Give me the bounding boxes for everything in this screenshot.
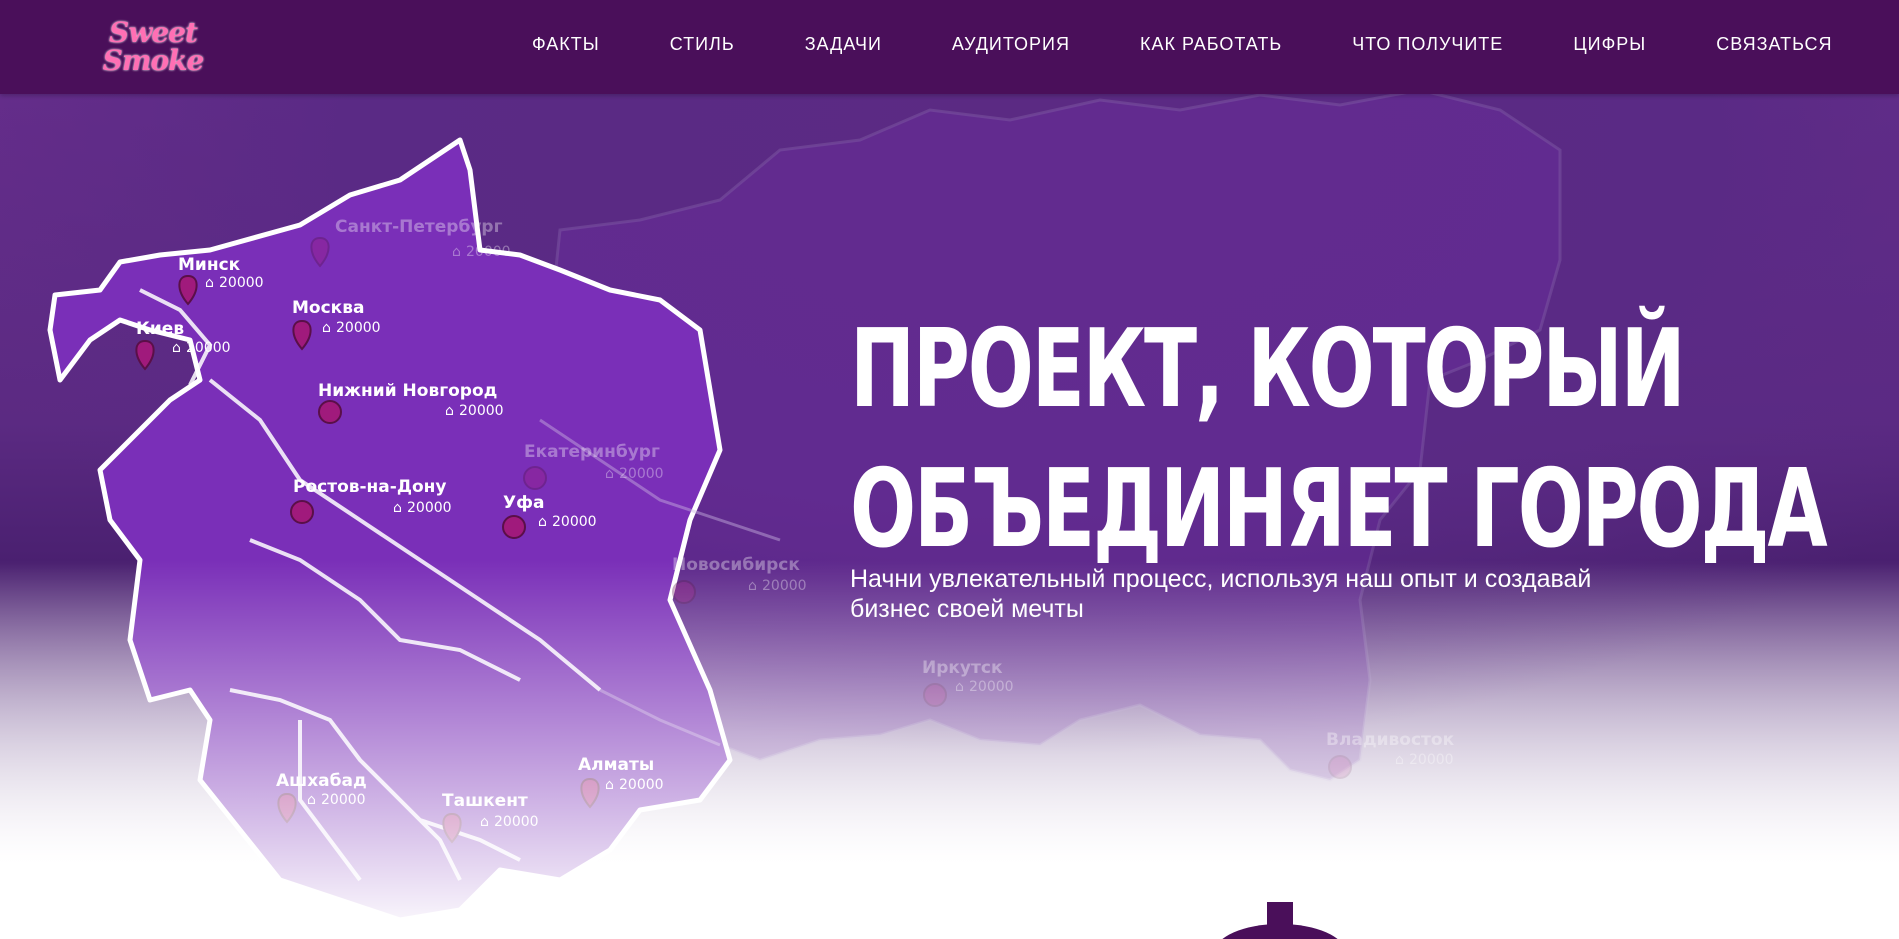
map-dot-icon [318, 400, 342, 424]
person-icon: ⌂ [445, 403, 454, 419]
map-dot-icon [1328, 755, 1352, 779]
logo-line1: Sweet [109, 16, 198, 49]
city-name-label: Иркутск [922, 658, 1003, 678]
map-dot-icon [502, 515, 526, 539]
city-count-label: 20000 [459, 403, 504, 419]
person-icon: ⌂ [172, 340, 181, 356]
city-count-label: 20000 [336, 320, 381, 336]
nav-item-style[interactable]: СТИЛЬ [670, 34, 735, 55]
person-icon: ⌂ [452, 244, 461, 260]
city-name-label: Ашхабад [276, 771, 367, 791]
city-name-label: Минск [178, 255, 241, 275]
nav-item-tasks[interactable]: ЗАДАЧИ [805, 34, 882, 55]
city-count-label: 20000 [321, 792, 366, 808]
city-count-label: 20000 [466, 244, 511, 260]
city-name-label: Москва [292, 298, 364, 318]
map-dot-icon [672, 580, 696, 604]
city-name-label: Алматы [578, 755, 654, 775]
main-nav: ФАКТЫ СТИЛЬ ЗАДАЧИ АУДИТОРИЯ КАК РАБОТАТ… [532, 34, 1833, 55]
map-dot-icon [523, 466, 547, 490]
nav-item-what-you-get[interactable]: ЧТО ПОЛУЧИТЕ [1352, 34, 1503, 55]
city-count-label: 20000 [219, 275, 264, 291]
city-name-label: Екатеринбург [524, 442, 660, 462]
nav-item-how-to-work[interactable]: КАК РАБОТАТЬ [1140, 34, 1282, 55]
city-name-label: Владивосток [1326, 730, 1455, 750]
city-name-label: Санкт-Петербург [335, 217, 503, 237]
city-count-label: 20000 [969, 679, 1014, 695]
person-icon: ⌂ [307, 792, 316, 808]
city-name-label: Ростов-на-Дону [293, 477, 446, 497]
headline-line1: ПРОЕКТ, КОТОРЫЙ [850, 307, 1686, 432]
city-count-label: 20000 [1409, 752, 1454, 768]
map-dot-icon [923, 683, 947, 707]
city-count-label: 20000 [619, 777, 664, 793]
nav-item-contact[interactable]: СВЯЗАТЬСЯ [1716, 34, 1832, 55]
city-count-label: 20000 [619, 466, 664, 482]
city-count-label: 20000 [186, 340, 231, 356]
city-name-label: Новосибирск [672, 555, 800, 575]
city-count-label: 20000 [762, 578, 807, 594]
dome-shape [1222, 902, 1338, 939]
map-pin-icon [135, 339, 155, 371]
person-icon: ⌂ [605, 777, 614, 793]
person-icon: ⌂ [205, 275, 214, 291]
map-dot-icon [290, 500, 314, 524]
person-icon: ⌂ [1395, 752, 1404, 768]
city-count-label: 20000 [494, 814, 539, 830]
person-icon: ⌂ [605, 466, 614, 482]
city-count-label: 20000 [407, 500, 452, 516]
nav-item-audience[interactable]: АУДИТОРИЯ [952, 34, 1070, 55]
person-icon: ⌂ [748, 578, 757, 594]
city-name-label: Ташкент [442, 791, 528, 811]
hero-subtitle: Начни увлекательный процесс, используя н… [850, 565, 1592, 623]
headline-line2: ОБЪЕДИНЯЕТ ГОРОДА [850, 447, 1828, 572]
city-name-label: Нижний Новгород [318, 381, 497, 401]
top-navbar: Sweet Smoke ФАКТЫ СТИЛЬ ЗАДАЧИ АУДИТОРИЯ… [0, 0, 1899, 94]
nav-item-numbers[interactable]: ЦИФРЫ [1573, 34, 1646, 55]
city-count-label: 20000 [552, 514, 597, 530]
person-icon: ⌂ [538, 514, 547, 530]
person-icon: ⌂ [480, 814, 489, 830]
logo-line2: Smoke [102, 44, 205, 77]
nav-item-facts[interactable]: ФАКТЫ [532, 34, 600, 55]
person-icon: ⌂ [955, 679, 964, 695]
person-icon: ⌂ [393, 500, 402, 516]
city-name-label: Уфа [503, 493, 544, 513]
city-name-label: Киев [136, 319, 184, 339]
hero-headline: ПРОЕКТ, КОТОРЫЙ ОБЪЕДИНЯЕТ ГОРОДА [850, 300, 1828, 580]
person-icon: ⌂ [322, 320, 331, 336]
brand-logo[interactable]: Sweet Smoke [103, 14, 205, 80]
